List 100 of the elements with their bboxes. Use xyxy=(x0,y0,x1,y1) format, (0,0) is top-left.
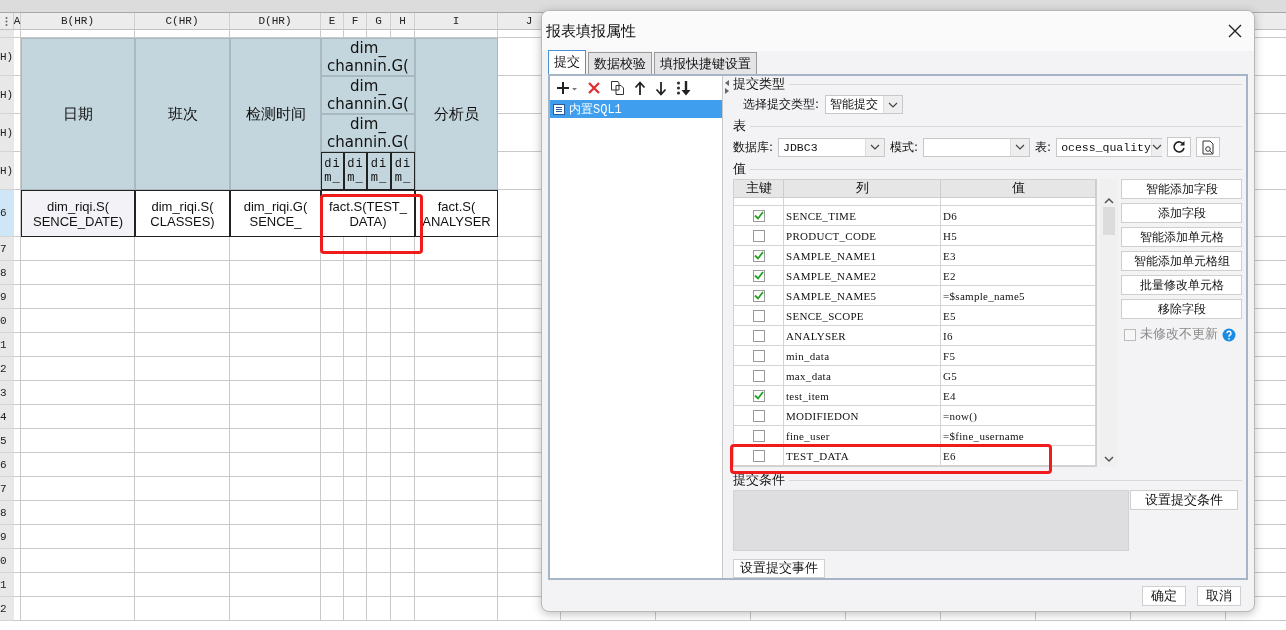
footer-button[interactable]: 确定 xyxy=(1142,586,1186,606)
preview-button[interactable] xyxy=(1196,137,1221,157)
move-to-bottom-icon[interactable] xyxy=(676,79,692,97)
row-header[interactable]: 0 xyxy=(0,309,14,333)
table-icon xyxy=(553,103,565,115)
checkbox[interactable] xyxy=(752,449,765,462)
column-header[interactable]: E xyxy=(321,13,344,30)
row-header[interactable]: 9 xyxy=(0,525,14,549)
row-header[interactable]: 2 xyxy=(0,357,14,381)
action-button[interactable]: 移除字段 xyxy=(1121,299,1242,319)
table-cell: max_data xyxy=(784,366,941,386)
action-button[interactable]: 添加字段 xyxy=(1121,203,1242,223)
action-button[interactable]: 智能添加字段 xyxy=(1121,179,1242,199)
action-button[interactable]: 智能添加单元格 xyxy=(1121,227,1242,247)
footer-button[interactable]: 取消 xyxy=(1197,586,1241,606)
checkbox[interactable] xyxy=(752,289,765,302)
checkbox[interactable] xyxy=(752,309,765,322)
row-header[interactable]: 8 xyxy=(0,501,14,525)
row-header[interactable]: 8 xyxy=(0,261,14,285)
row-header[interactable]: 6 xyxy=(0,453,14,477)
set-event-button[interactable]: 设置提交事件 xyxy=(733,559,825,578)
table-cell: E5 xyxy=(941,306,1096,326)
database-dropdown[interactable]: JDBC3 xyxy=(778,137,886,157)
checkbox[interactable] xyxy=(752,209,765,222)
drag-handle-icon[interactable] xyxy=(5,15,8,27)
copy-icon[interactable] xyxy=(610,80,625,96)
table-dropdown[interactable]: ocess_quality xyxy=(1056,137,1163,157)
row-header[interactable]: 4 xyxy=(0,405,14,429)
action-button[interactable]: 智能添加单元格组 xyxy=(1121,251,1242,271)
sheet-cell[interactable]: 检测时间 xyxy=(230,38,321,190)
tab[interactable]: 提交 xyxy=(548,50,586,74)
column-header[interactable]: 值 xyxy=(941,180,1096,198)
column-header[interactable]: C(HR) xyxy=(135,13,230,30)
caret-down-icon xyxy=(888,101,899,108)
row-header[interactable]: H) xyxy=(0,38,14,76)
column-header[interactable]: I xyxy=(415,13,498,30)
row-header[interactable]: 7 xyxy=(0,237,14,261)
sheet-cell[interactable]: fact.S(TEST_ DATA) xyxy=(321,190,415,237)
checkbox[interactable] xyxy=(752,349,765,362)
tab[interactable]: 填报快捷键设置 xyxy=(654,52,757,74)
sheet-cell[interactable]: 日期 xyxy=(21,38,135,190)
checkbox[interactable] xyxy=(752,369,765,382)
column-header[interactable]: H xyxy=(391,13,415,30)
table-cell: ANALYSER xyxy=(784,326,941,346)
row-header[interactable]: 7 xyxy=(0,477,14,501)
row-header[interactable]: H) xyxy=(0,114,14,152)
row-header[interactable]: H) xyxy=(0,152,14,190)
table-cell: SENCE_SCOPE xyxy=(784,306,941,326)
row-header[interactable]: 5 xyxy=(0,429,14,453)
column-header[interactable]: 主键 xyxy=(734,180,784,198)
column-header[interactable]: F xyxy=(344,13,367,30)
set-condition-button[interactable]: 设置提交条件 xyxy=(1130,490,1238,510)
column-header[interactable]: 列 xyxy=(784,180,941,198)
delete-icon[interactable] xyxy=(587,81,601,95)
row-header[interactable]: 3 xyxy=(0,381,14,405)
row-header[interactable]: 6 xyxy=(0,190,14,237)
close-icon[interactable] xyxy=(1228,24,1242,38)
action-button[interactable]: 批量修改单元格 xyxy=(1121,275,1242,295)
sheet-cell[interactable]: dim_ channin.G( xyxy=(321,114,415,152)
row-header[interactable]: 9 xyxy=(0,285,14,309)
refresh-button[interactable] xyxy=(1167,137,1192,157)
add-icon[interactable] xyxy=(556,80,578,96)
scroll-up-icon[interactable] xyxy=(1104,197,1114,205)
checkbox[interactable] xyxy=(752,229,765,242)
check-icon xyxy=(753,211,764,220)
column-header[interactable]: G xyxy=(367,13,391,30)
down-arrow-icon[interactable] xyxy=(655,80,667,96)
row-header[interactable]: H) xyxy=(0,76,14,114)
tab[interactable]: 数据校验 xyxy=(588,52,652,74)
caret-down-icon xyxy=(1015,144,1026,150)
row-header[interactable]: 0 xyxy=(0,549,14,573)
scroll-down-icon[interactable] xyxy=(1104,455,1114,463)
field-label: 模式: xyxy=(890,138,919,156)
checkbox[interactable] xyxy=(752,409,765,422)
checkbox[interactable] xyxy=(752,389,765,402)
row-header[interactable]: 1 xyxy=(0,333,14,357)
schema-dropdown[interactable] xyxy=(923,137,1031,157)
scrollbar[interactable] xyxy=(1100,179,1118,467)
checkbox[interactable] xyxy=(752,429,765,442)
table-cell: SAMPLE_NAME1 xyxy=(784,246,941,266)
row-header[interactable]: 2 xyxy=(0,597,14,621)
row-header[interactable]: 1 xyxy=(0,573,14,597)
column-header[interactable]: D(HR) xyxy=(230,13,321,30)
field-label: 数据库: xyxy=(733,138,774,156)
help-icon[interactable] xyxy=(1222,327,1236,342)
caret-down-icon xyxy=(870,144,881,150)
checkbox[interactable] xyxy=(752,249,765,262)
checkbox[interactable] xyxy=(752,269,765,282)
document-search-icon xyxy=(1201,139,1215,155)
submit-type-dropdown[interactable]: 智能提交 xyxy=(825,95,904,114)
checkbox[interactable] xyxy=(752,329,765,342)
sheet-cell[interactable]: 班次 xyxy=(135,38,230,190)
check-icon xyxy=(753,391,764,400)
up-arrow-icon[interactable] xyxy=(634,80,646,96)
table-cell: fine_user xyxy=(784,426,941,446)
sheet-cell[interactable]: 分析员 xyxy=(415,38,498,190)
column-header[interactable]: B(HR) xyxy=(21,13,135,30)
check-icon xyxy=(753,291,764,300)
field-label: 选择提交类型: xyxy=(743,96,820,113)
table-cell: E4 xyxy=(941,386,1096,406)
